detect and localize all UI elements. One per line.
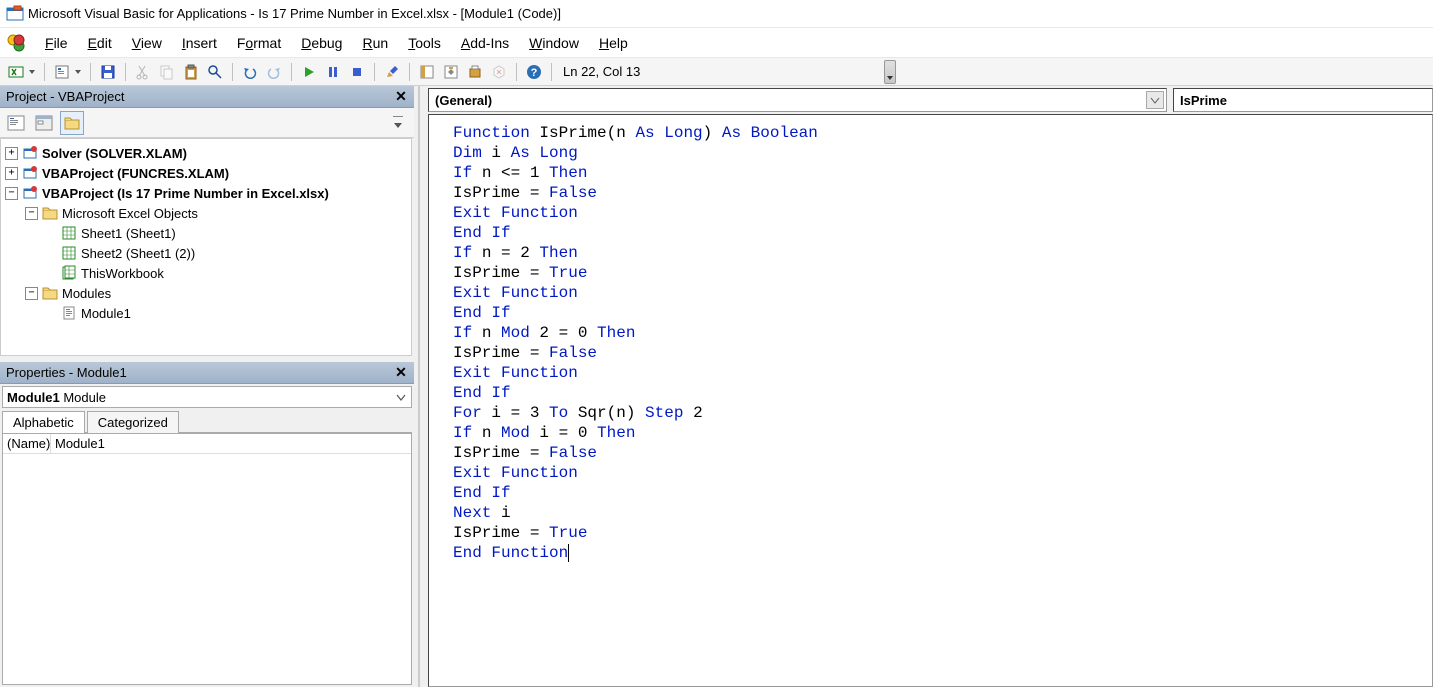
svg-text:?: ? — [531, 67, 538, 79]
cursor-position: Ln 22, Col 13 — [563, 64, 640, 79]
menu-debug[interactable]: Debug — [292, 31, 351, 55]
tree-node-vbaproject[interactable]: −VBAProject (Is 17 Prime Number in Excel… — [1, 183, 411, 203]
project-explorer-icon[interactable] — [417, 62, 437, 82]
menu-view[interactable]: View — [123, 31, 171, 55]
close-icon[interactable]: ✕ — [392, 88, 410, 106]
code-editor[interactable]: Function IsPrime(n As Long) As BooleanDi… — [428, 114, 1433, 687]
dropdown-icon[interactable] — [73, 68, 83, 76]
panel-dropdown-icon[interactable] — [386, 111, 410, 135]
toolbox-icon[interactable] — [489, 62, 509, 82]
menu-edit[interactable]: Edit — [79, 31, 121, 55]
app-title: Microsoft Visual Basic for Applications … — [28, 6, 561, 21]
run-icon[interactable] — [299, 62, 319, 82]
tree-node-funcres[interactable]: +VBAProject (FUNCRES.XLAM) — [1, 163, 411, 183]
break-icon[interactable] — [323, 62, 343, 82]
insert-icon[interactable] — [52, 62, 72, 82]
save-icon[interactable] — [98, 62, 118, 82]
properties-panel-title: Properties - Module1 — [6, 365, 127, 380]
tab-alphabetic[interactable]: Alphabetic — [2, 411, 85, 433]
chevron-down-icon[interactable] — [1146, 91, 1164, 109]
tree-node-modules[interactable]: −Modules — [1, 283, 411, 303]
find-icon[interactable] — [205, 62, 225, 82]
tab-categorized[interactable]: Categorized — [87, 411, 179, 433]
tree-node-ms-excel-objects[interactable]: −Microsoft Excel Objects — [1, 203, 411, 223]
property-row-name[interactable]: (Name) Module1 — [3, 434, 411, 454]
property-value[interactable]: Module1 — [51, 434, 109, 453]
titlebar: Microsoft Visual Basic for Applications … — [0, 0, 1433, 28]
view-object-icon[interactable] — [32, 111, 56, 135]
view-excel-icon[interactable] — [6, 62, 26, 82]
vba-menu-icon — [6, 33, 26, 53]
tree-node-sheet2[interactable]: Sheet2 (Sheet1 (2)) — [1, 243, 411, 263]
cut-icon[interactable] — [133, 62, 153, 82]
redo-icon[interactable] — [264, 62, 284, 82]
copy-icon[interactable] — [157, 62, 177, 82]
properties-icon[interactable] — [441, 62, 461, 82]
toggle-folders-icon[interactable] — [60, 111, 84, 135]
menu-insert[interactable]: Insert — [173, 31, 226, 55]
menu-addins[interactable]: Add-Ins — [452, 31, 518, 55]
reset-icon[interactable] — [347, 62, 367, 82]
tree-node-thisworkbook[interactable]: ThisWorkbook — [1, 263, 411, 283]
help-icon[interactable]: ? — [524, 62, 544, 82]
toolbar: ? Ln 22, Col 13 — [0, 58, 1433, 86]
project-panel-title: Project - VBAProject — [6, 89, 125, 104]
menu-help[interactable]: Help — [590, 31, 637, 55]
object-browser-icon[interactable] — [465, 62, 485, 82]
project-tree[interactable]: +Solver (SOLVER.XLAM) +VBAProject (FUNCR… — [0, 138, 412, 356]
properties-grid[interactable]: (Name) Module1 — [2, 433, 412, 685]
procedure-dropdown[interactable]: IsPrime — [1173, 88, 1433, 112]
menu-window[interactable]: Window — [520, 31, 588, 55]
tree-node-sheet1[interactable]: Sheet1 (Sheet1) — [1, 223, 411, 243]
menu-tools[interactable]: Tools — [399, 31, 450, 55]
undo-icon[interactable] — [240, 62, 260, 82]
dropdown-icon[interactable] — [27, 68, 37, 76]
vba-app-icon — [6, 5, 24, 23]
menu-format[interactable]: Format — [228, 31, 290, 55]
properties-panel-header: Properties - Module1 ✕ — [0, 362, 414, 384]
properties-object-selector[interactable]: Module1 Module — [2, 386, 412, 408]
paste-icon[interactable] — [181, 62, 201, 82]
menubar: File Edit View Insert Format Debug Run T… — [0, 28, 1433, 58]
design-mode-icon[interactable] — [382, 62, 402, 82]
property-key: (Name) — [3, 434, 51, 453]
menu-run[interactable]: Run — [353, 31, 397, 55]
object-dropdown[interactable]: (General) — [428, 88, 1167, 112]
tree-node-solver[interactable]: +Solver (SOLVER.XLAM) — [1, 143, 411, 163]
toolbar-overflow-icon[interactable] — [884, 60, 896, 84]
tree-node-module1[interactable]: Module1 — [1, 303, 411, 323]
project-toolbar — [0, 108, 414, 138]
view-code-icon[interactable] — [4, 111, 28, 135]
chevron-down-icon[interactable] — [393, 389, 409, 405]
project-panel-header: Project - VBAProject ✕ — [0, 86, 414, 108]
close-icon[interactable]: ✕ — [392, 364, 410, 382]
menu-file[interactable]: File — [36, 31, 77, 55]
